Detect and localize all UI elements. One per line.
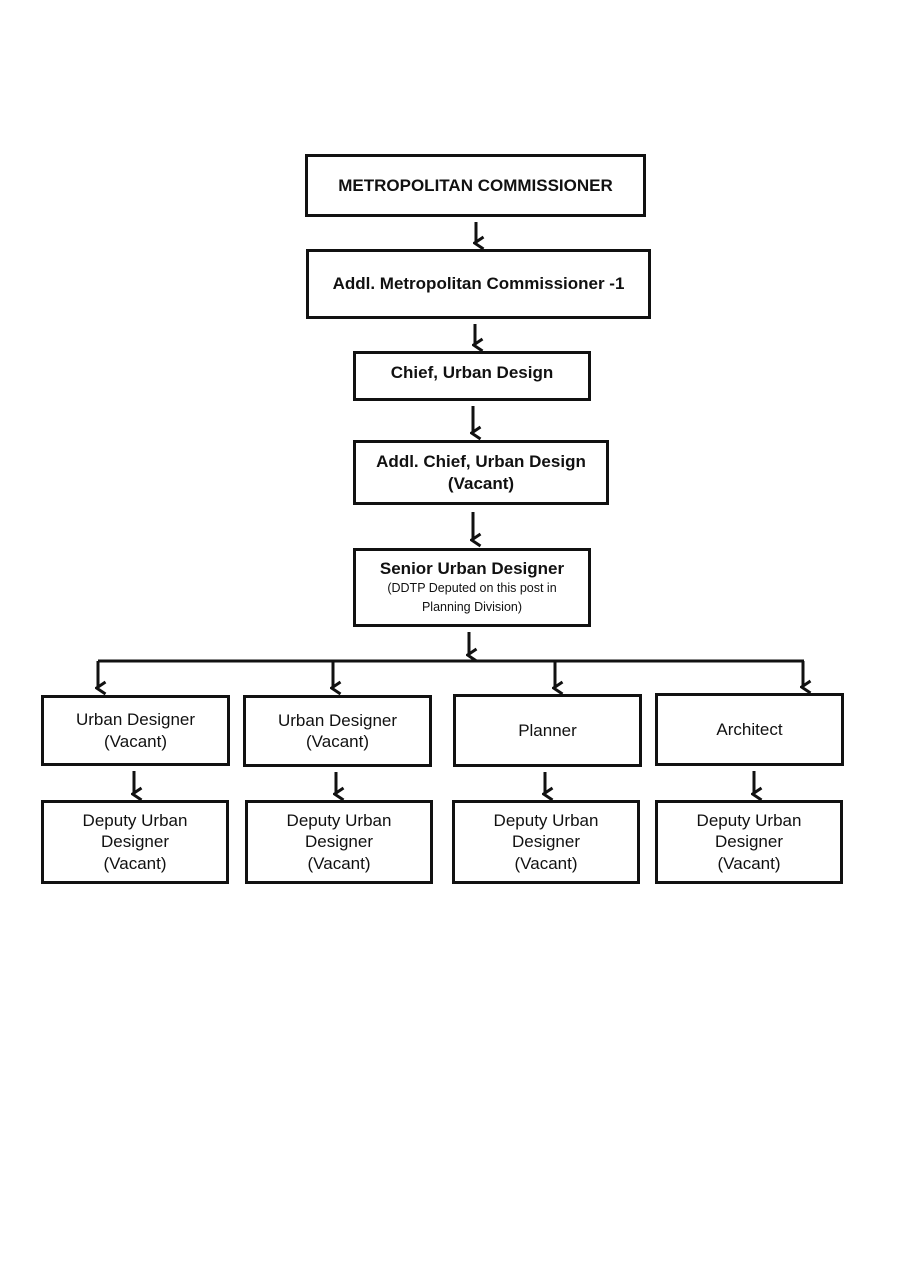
node-status: (Vacant)	[104, 731, 167, 751]
node-chief-urban-design: Chief, Urban Design	[353, 351, 591, 401]
node-addl-chief-urban-design: Addl. Chief, Urban Design (Vacant)	[353, 440, 609, 505]
node-title: Designer	[714, 832, 784, 852]
node-status: (Vacant)	[306, 732, 369, 751]
node-title: Deputy Urban	[493, 811, 599, 831]
node-title: Deputy Urban	[696, 811, 802, 831]
node-deputy-urban-designer-3: Deputy Urban Designer (Vacant)	[452, 800, 640, 884]
node-deputy-urban-designer-2: Deputy Urban Designer (Vacant)	[245, 800, 433, 884]
node-title: Planner	[518, 720, 577, 740]
node-note: (DDTP Deputed on this post in	[387, 581, 557, 596]
node-urban-designer-2: Urban Designer (Vacant)	[243, 695, 432, 767]
node-deputy-urban-designer-4: Deputy Urban Designer (Vacant)	[655, 800, 843, 884]
node-status: (Vacant)	[307, 853, 371, 873]
node-title: Senior Urban Designer	[379, 559, 565, 579]
node-title: Designer	[100, 832, 170, 852]
node-title: Deputy Urban	[286, 811, 392, 831]
node-addl-metropolitan-commissioner: Addl. Metropolitan Commissioner -1	[306, 249, 651, 319]
node-metropolitan-commissioner: METROPOLITAN COMMISSIONER	[305, 154, 646, 217]
node-planner: Planner	[453, 694, 642, 767]
node-title: Chief, Urban Design	[390, 363, 554, 382]
node-status: (Vacant)	[447, 473, 515, 493]
node-title: METROPOLITAN COMMISSIONER	[338, 175, 613, 195]
node-title: Designer	[304, 832, 374, 852]
node-title: Addl. Chief, Urban Design	[376, 452, 586, 472]
node-status: (Vacant)	[103, 853, 167, 873]
node-architect: Architect	[655, 693, 844, 766]
node-title: Addl. Metropolitan Commissioner -1	[332, 274, 625, 294]
node-note: Planning Division)	[421, 600, 523, 615]
node-urban-designer-1: Urban Designer (Vacant)	[41, 695, 230, 766]
node-title: Architect	[716, 719, 783, 739]
node-status: (Vacant)	[514, 853, 578, 873]
node-deputy-urban-designer-1: Deputy Urban Designer (Vacant)	[41, 800, 229, 884]
node-senior-urban-designer: Senior Urban Designer (DDTP Deputed on t…	[353, 548, 591, 627]
node-title: Designer	[511, 832, 581, 852]
node-title: Urban Designer	[277, 710, 398, 730]
node-status: (Vacant)	[717, 853, 781, 873]
node-title: Deputy Urban	[82, 811, 188, 831]
node-title: Urban Designer	[75, 710, 196, 730]
